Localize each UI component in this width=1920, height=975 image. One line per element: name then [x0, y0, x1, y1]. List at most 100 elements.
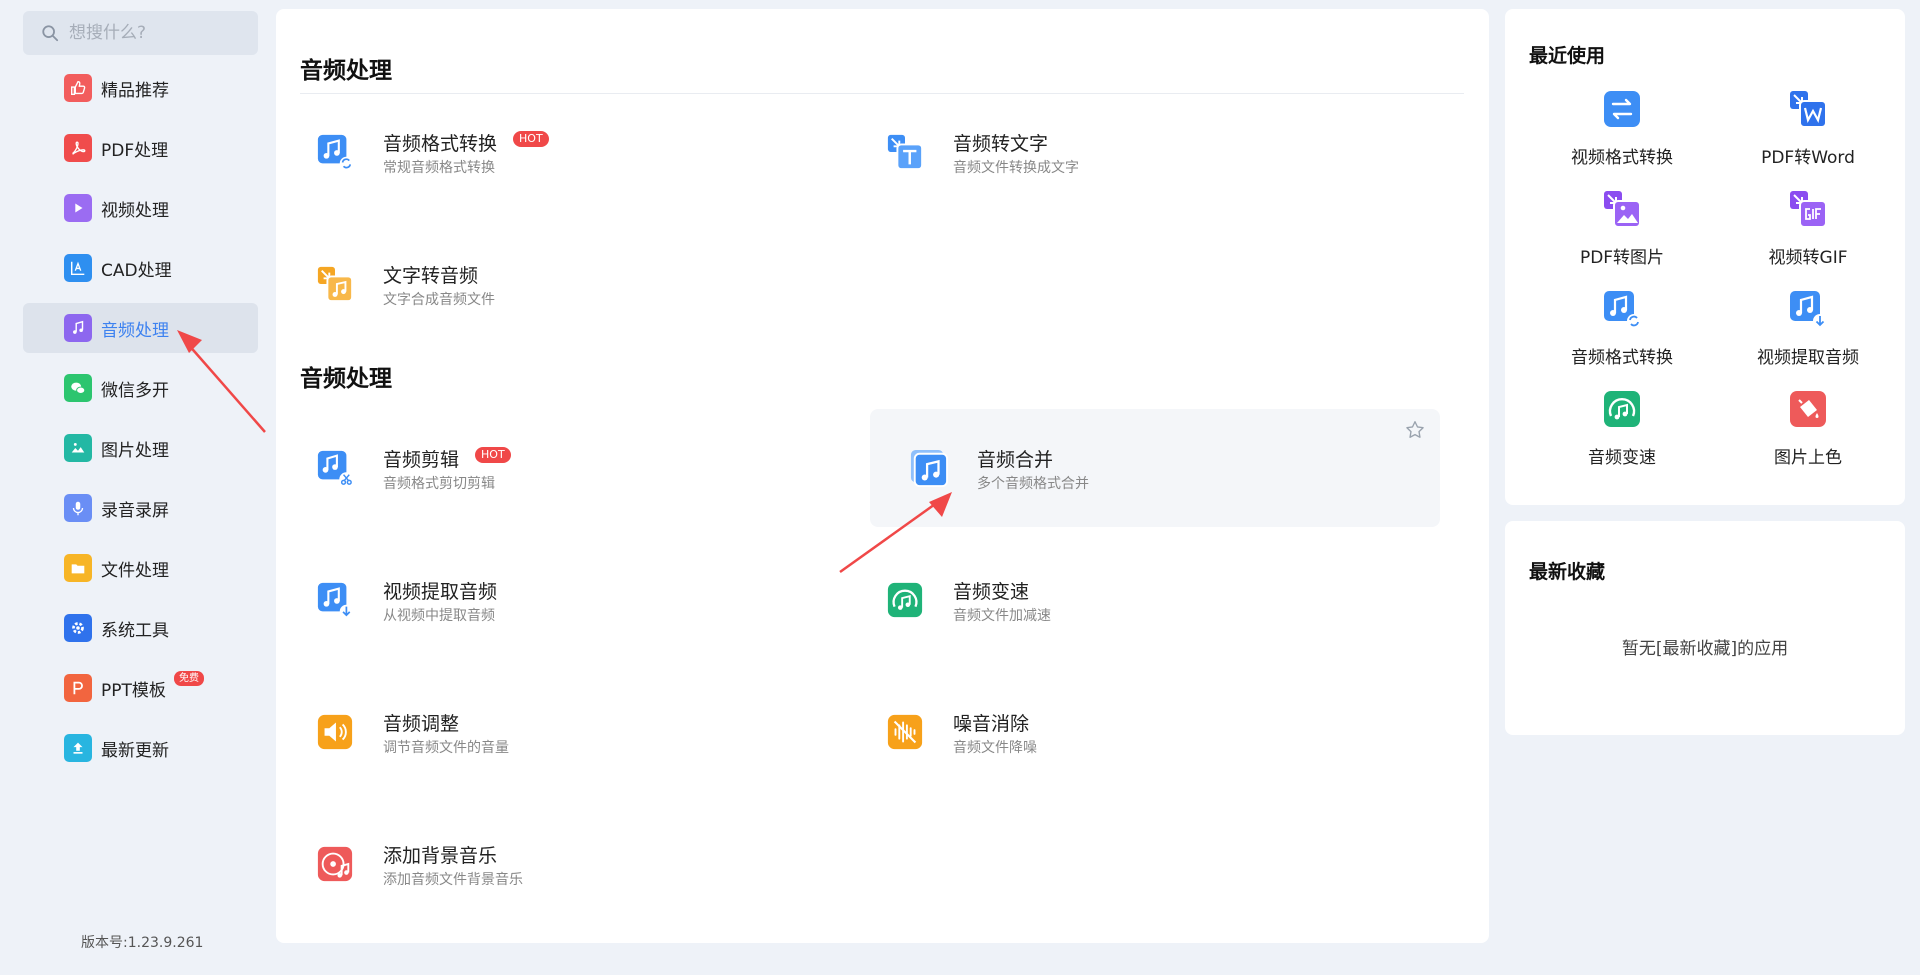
tool-name: 视频提取音频 — [383, 581, 498, 603]
sidebar-item-label: 录音录屏 — [101, 500, 169, 521]
recent-item-label: 音频变速 — [1588, 448, 1656, 468]
favorites-panel: 最新收藏 暂无[最新收藏]的应用 — [1505, 521, 1905, 735]
tool-audio-speed[interactable]: 音频变速 音频文件加减速 — [846, 541, 1416, 659]
tool-desc: 音频格式剪切剪辑 — [383, 476, 495, 492]
gear-icon — [64, 614, 92, 642]
sidebar-item-label: 微信多开 — [101, 380, 169, 401]
recent-item-label: 视频提取音频 — [1757, 348, 1859, 368]
sidebar-item-audio[interactable]: 音频处理 — [23, 303, 258, 353]
tool-text-to-audio[interactable]: 文字转音频 文字合成音频文件 — [276, 225, 846, 343]
tool-audio-merge[interactable]: 音频合并 多个音频格式合并 — [870, 409, 1440, 527]
favorites-empty-text: 暂无[最新收藏]的应用 — [1621, 639, 1789, 659]
favorites-title: 最新收藏 — [1529, 561, 1606, 583]
tool-name: 音频合并 — [977, 449, 1054, 471]
recent-title: 最近使用 — [1529, 45, 1606, 67]
tool-audio-cut[interactable]: 音频剪辑 HOT 音频格式剪切剪辑 — [276, 409, 846, 527]
recent-item-extract-audio[interactable]: 视频提取音频 — [1715, 289, 1901, 369]
tool-desc: 常规音频格式转换 — [383, 160, 495, 176]
sidebar-item-label: 图片处理 — [101, 440, 169, 461]
sidebar-item-updates[interactable]: 最新更新 — [23, 723, 258, 773]
recent-item-image-colorize[interactable]: 图片上色 — [1715, 389, 1901, 469]
sidebar-item-label: PPT模板 — [101, 680, 166, 701]
recent-panel: 最近使用 视频格式转换 PDF转Word PDF转图片 视频转GIF 音频格式转… — [1505, 9, 1905, 505]
tool-extract-audio[interactable]: 视频提取音频 从视频中提取音频 — [276, 541, 846, 659]
thumbs-up-icon — [64, 74, 92, 102]
tool-desc: 调节音频文件的音量 — [383, 740, 509, 756]
image-icon — [64, 434, 92, 462]
pdf-to-image-icon — [1604, 191, 1641, 228]
recent-item-label: 图片上色 — [1774, 448, 1842, 468]
tool-desc: 从视频中提取音频 — [383, 608, 495, 624]
sidebar-item-pdf[interactable]: PDF处理 — [23, 123, 258, 173]
wechat-icon — [64, 374, 92, 402]
ppt-icon — [64, 674, 92, 702]
recent-item-label: 视频格式转换 — [1571, 148, 1673, 168]
sidebar-item-label: 精品推荐 — [101, 80, 169, 101]
sidebar-item-cad[interactable]: CAD处理 — [23, 243, 258, 293]
audio-speed-icon — [887, 582, 923, 618]
cad-icon — [64, 254, 92, 282]
audio-convert-icon — [1604, 291, 1641, 328]
tool-add-bg-music[interactable]: 添加背景音乐 添加音频文件背景音乐 — [276, 805, 846, 923]
recent-item-audio-convert[interactable]: 音频格式转换 — [1529, 289, 1715, 369]
sidebar-item-recommended[interactable]: 精品推荐 — [23, 63, 258, 113]
folder-icon — [64, 554, 92, 582]
noise-reduce-icon — [887, 714, 923, 750]
search-box[interactable] — [23, 11, 258, 55]
sidebar-item-ppt[interactable]: PPT模板 免费 — [23, 663, 258, 713]
paint-bucket-icon — [1790, 391, 1826, 427]
star-icon[interactable] — [1404, 419, 1426, 441]
tool-noise-reduce[interactable]: 噪音消除 音频文件降噪 — [846, 673, 1416, 791]
pdf-icon — [64, 134, 92, 162]
hot-badge: HOT — [475, 447, 511, 463]
music-note-icon — [64, 314, 92, 342]
recent-item-label: PDF转Word — [1761, 148, 1855, 168]
tool-desc: 音频文件转换成文字 — [953, 160, 1079, 176]
tool-desc: 音频文件降噪 — [953, 740, 1037, 756]
tool-desc: 音频文件加减速 — [953, 608, 1051, 624]
section-title: 音频处理 — [300, 366, 392, 392]
microphone-icon — [64, 494, 92, 522]
tool-name: 音频格式转换 — [383, 133, 498, 155]
recent-item-label: 视频转GIF — [1768, 248, 1848, 268]
sidebar-item-label: PDF处理 — [101, 140, 169, 161]
tool-name: 音频剪辑 — [383, 449, 460, 471]
recent-item-pdf-to-word[interactable]: PDF转Word — [1715, 89, 1901, 169]
free-badge: 免费 — [174, 671, 204, 686]
sidebar-item-recording[interactable]: 录音录屏 — [23, 483, 258, 533]
sidebar-item-files[interactable]: 文件处理 — [23, 543, 258, 593]
tool-desc: 文字合成音频文件 — [383, 292, 495, 308]
tool-desc: 添加音频文件背景音乐 — [383, 872, 523, 888]
upload-icon — [64, 734, 92, 762]
audio-cut-icon — [317, 450, 354, 487]
tool-audio-to-text[interactable]: 音频转文字 音频文件转换成文字 — [846, 93, 1416, 211]
sidebar-item-video[interactable]: 视频处理 — [23, 183, 258, 233]
recent-item-video-convert[interactable]: 视频格式转换 — [1529, 89, 1715, 169]
sidebar-item-label: 音频处理 — [101, 320, 169, 341]
sidebar-nav: 精品推荐 PDF处理 视频处理 CAD处理 音频处理 微信多开 图片处理 录音录… — [23, 63, 258, 783]
bg-music-icon — [317, 846, 353, 882]
section-title: 音频处理 — [300, 58, 392, 84]
sidebar: 精品推荐 PDF处理 视频处理 CAD处理 音频处理 — [0, 0, 276, 975]
recent-item-pdf-to-image[interactable]: PDF转图片 — [1529, 189, 1715, 269]
sidebar-item-label: 最新更新 — [101, 740, 169, 761]
tool-audio-adjust[interactable]: 音频调整 调节音频文件的音量 — [276, 673, 846, 791]
main-panel: 音频处理 音频格式转换 HOT 常规音频格式转换 音频转文字 音频文件转换成文字 — [276, 9, 1489, 943]
recent-item-audio-speed[interactable]: 音频变速 — [1529, 389, 1715, 469]
search-input[interactable] — [69, 23, 249, 43]
hot-badge: HOT — [513, 131, 549, 147]
extract-audio-icon — [1790, 291, 1827, 328]
sidebar-item-label: 视频处理 — [101, 200, 169, 221]
audio-speed-icon — [1604, 391, 1640, 427]
recent-grid: 视频格式转换 PDF转Word PDF转图片 视频转GIF 音频格式转换 视频提… — [1529, 89, 1901, 469]
audio-merge-icon — [910, 449, 948, 487]
tool-name: 噪音消除 — [953, 713, 1030, 735]
video-to-gif-icon — [1790, 191, 1827, 228]
tool-desc: 多个音频格式合并 — [977, 476, 1089, 492]
sidebar-item-system-tools[interactable]: 系统工具 — [23, 603, 258, 653]
sidebar-item-wechat[interactable]: 微信多开 — [23, 363, 258, 413]
recent-item-video-to-gif[interactable]: 视频转GIF — [1715, 189, 1901, 269]
sidebar-item-image[interactable]: 图片处理 — [23, 423, 258, 473]
extract-audio-icon — [317, 582, 354, 619]
tool-audio-format-convert[interactable]: 音频格式转换 HOT 常规音频格式转换 — [276, 93, 846, 211]
